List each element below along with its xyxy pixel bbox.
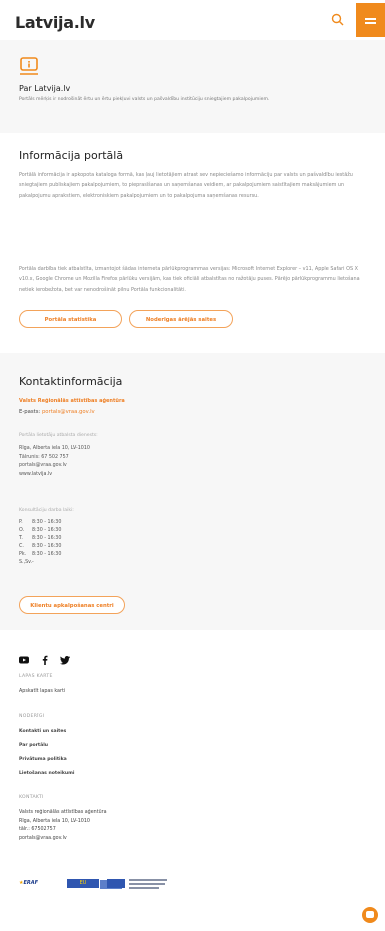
- hours-row: O. 8:30 - 16:30: [19, 528, 62, 533]
- client-centers-button[interactable]: Klientu apkalpošanas centri: [19, 596, 125, 614]
- eu-funds-caption-line: [129, 887, 159, 889]
- portal-statistics-button[interactable]: Portāla statistika: [19, 310, 122, 328]
- agency-name: Valsts Reģionālās attīstības aģentūra: [19, 398, 125, 404]
- support-website[interactable]: www.latvija.lv: [19, 471, 90, 480]
- info-paragraph-2: Portāla darbība tiek atbalstīta, izmanto…: [19, 266, 360, 293]
- site-logo[interactable]: Latvija.lv: [15, 13, 95, 32]
- footer-link-terms[interactable]: Lietošanas noteikumi: [19, 771, 75, 776]
- eu-funds-caption-line: [129, 883, 165, 885]
- hours-label: Konsultāciju darba laiki:: [19, 508, 74, 513]
- eu-funds-flag: [107, 879, 125, 888]
- email-label: E-pasts:: [19, 409, 41, 415]
- facebook-icon[interactable]: [40, 650, 50, 665]
- hours-row: T. 8:30 - 16:30: [19, 536, 62, 541]
- footer-agency: Valsts reģionālās attīstības aģentūra: [19, 810, 107, 815]
- footer-link-contacts[interactable]: Kontakti un saites: [19, 729, 66, 734]
- footer-address: Rīga, Alberta iela 10, LV-1010: [19, 818, 90, 824]
- eu-funds-caption-line: [129, 879, 167, 881]
- contacts-section: [0, 353, 385, 630]
- support-address: Rīga, Alberta iela 10, LV-1010: [19, 446, 90, 451]
- support-email[interactable]: portals@vraa.gov.lv: [19, 462, 90, 471]
- footer-link-about[interactable]: Par portālu: [19, 743, 48, 748]
- support-label: Portāla lietotāju atbalsta dienests:: [19, 433, 98, 438]
- footer-contacts-label: KONTAKTI: [19, 795, 44, 800]
- info-message-icon: [19, 56, 39, 76]
- support-phone: Tālrunis: 67 502 757: [19, 454, 69, 460]
- email-line: E-pasts: portals@vraa.gov.lv: [19, 409, 95, 415]
- info-paragraph-1: Portālā informācija ir apkopota kataloga…: [19, 172, 353, 199]
- footer-phone: tālr.: 67502757: [19, 827, 56, 833]
- hamburger-menu-icon[interactable]: [356, 3, 385, 37]
- support-lines: Rīga, Alberta iela 10, LV-1010 Tālrunis:…: [19, 445, 90, 479]
- sitemap-link[interactable]: Apskatīt lapas karti: [19, 688, 65, 697]
- about-text: Portāls mērķis ir nodrošināt ērtu un ērt…: [19, 97, 270, 102]
- footer-link-privacy[interactable]: Privātuma politika: [19, 757, 67, 762]
- contacts-title: Kontaktinformācija: [19, 375, 123, 388]
- search-icon[interactable]: [330, 12, 346, 28]
- hours-row: Pk. 8:30 - 16:30: [19, 552, 62, 557]
- hours-row: S.,Sv. -: [19, 560, 34, 565]
- email-link[interactable]: portals@vraa.gov.lv: [42, 409, 95, 415]
- chat-bubble-icon[interactable]: [362, 907, 378, 923]
- about-title: Par Latvija.lv: [19, 84, 71, 93]
- twitter-icon[interactable]: [60, 650, 70, 665]
- useful-label: NODERĪGI: [19, 714, 45, 719]
- hours-row: P. 8:30 - 16:30: [19, 520, 62, 525]
- footer-contact-lines: Valsts reģionālās attīstības aģentūra Rī…: [19, 809, 107, 843]
- info-title: Informācija portālā: [19, 149, 124, 162]
- eraf-logo: ★ERAF: [19, 880, 39, 886]
- eu-flag-logo: EU: [67, 879, 99, 888]
- footer-email[interactable]: portals@vraa.gov.lv: [19, 835, 107, 844]
- sitemap-label: LAPAS KARTE: [19, 674, 53, 679]
- useful-links-button[interactable]: Noderīgas ārējās saites: [129, 310, 233, 328]
- hours-row: C. 8:30 - 16:30: [19, 544, 62, 549]
- youtube-icon[interactable]: [19, 650, 29, 664]
